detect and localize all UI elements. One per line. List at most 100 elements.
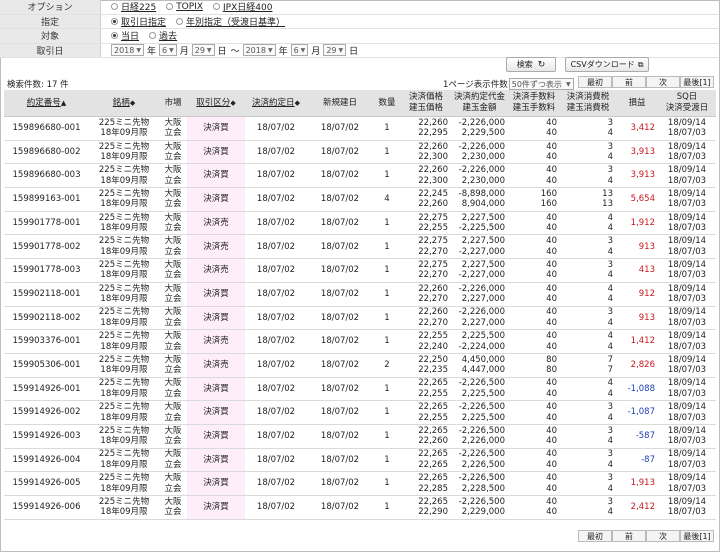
price: 22,275 22,270 [401, 234, 451, 260]
pager-first-bottom[interactable]: 最初 [578, 530, 612, 542]
pager-prev-bottom[interactable]: 前 [612, 530, 646, 542]
pager-next-bottom[interactable]: 次 [646, 530, 680, 542]
search-button[interactable]: 検索 ↻ [506, 57, 556, 72]
table-row[interactable]: 159914926-005 225ミニ先物 18年09月限 大阪 立会 決済買 18… [4, 471, 716, 496]
target-radio-today[interactable] [111, 32, 118, 40]
contract-no: 159914926-001 [4, 377, 89, 402]
quantity: 1 [373, 282, 401, 307]
table-row[interactable]: 159914926-001 225ミニ先物 18年09月限 大阪 立会 決済買 18… [4, 377, 716, 402]
symbol: 225ミニ先物 18年09月限 [89, 306, 159, 331]
quantity: 1 [373, 258, 401, 283]
market: 大阪 立会 [159, 140, 187, 165]
designation-radio-year[interactable] [176, 17, 184, 25]
table-row[interactable]: 159901778-001 225ミニ先物 18年09月限 大阪 立会 決済売 18… [4, 211, 716, 236]
tax: 34 [560, 400, 616, 425]
table-row[interactable]: 159903376-001 225ミニ先物 18年09月限 大阪 立会 決済売 18… [4, 329, 716, 354]
option-topix[interactable]: TOPIX [176, 2, 203, 12]
fee: 40 40 [508, 471, 560, 496]
trade-type: 決済売 [187, 329, 245, 354]
col-new-date: 新規建日 [307, 90, 373, 117]
target-past[interactable]: 過去 [159, 29, 177, 42]
table-row[interactable]: 159899163-001 225ミニ先物 18年09月限 大阪 立会 決済買 18… [4, 187, 716, 212]
from-day-select[interactable]: 29 ▼ [191, 44, 215, 57]
market: 大阪 立会 [159, 495, 187, 520]
quantity: 1 [373, 211, 401, 236]
market: 大阪 立会 [159, 424, 187, 449]
trade-type: 決済売 [187, 234, 245, 260]
settle-date: 18/07/02 [245, 400, 307, 425]
col-symbol[interactable]: 銘柄◆ [89, 90, 159, 117]
trade-type: 決済買 [187, 377, 245, 402]
fee: 40 40 [508, 163, 560, 189]
sq-date: 18/09/14 18/07/03 [658, 116, 716, 141]
new-date: 18/07/02 [307, 282, 373, 307]
table-row[interactable]: 159896680-001 225ミニ先物 18年09月限 大阪 立会 決済買 18… [4, 116, 716, 141]
to-month-select[interactable]: 6 ▼ [290, 44, 309, 57]
profit-loss: -587 [616, 424, 658, 449]
settle-date: 18/07/02 [245, 234, 307, 260]
sq-date: 18/09/14 18/07/03 [658, 234, 716, 260]
profit-loss: 3,412 [616, 116, 658, 141]
table-row[interactable]: 159896680-002 225ミニ先物 18年09月限 大阪 立会 決済買 18… [4, 140, 716, 165]
amount: -2,226,000 2,227,000 [451, 282, 508, 307]
table-row[interactable]: 159902118-001 225ミニ先物 18年09月限 大阪 立会 決済買 18… [4, 282, 716, 307]
table-row[interactable]: 159902118-002 225ミニ先物 18年09月限 大阪 立会 決済買 18… [4, 306, 716, 331]
symbol: 225ミニ先物 18年09月限 [89, 377, 159, 402]
market: 大阪 立会 [159, 163, 187, 189]
designation-tradedate[interactable]: 取引日指定 [121, 15, 166, 28]
to-year-select[interactable]: 2018 ▼ [242, 44, 276, 57]
profit-loss: 2,412 [616, 495, 658, 520]
from-month-select[interactable]: 6 ▼ [159, 44, 177, 57]
pager-first-top[interactable]: 最初 [578, 76, 612, 88]
table-row[interactable]: 159896680-003 225ミニ先物 18年09月限 大阪 立会 決済買 18… [4, 163, 716, 189]
pager-last-top[interactable]: 最後[1] [680, 76, 714, 88]
table-row[interactable]: 159914926-002 225ミニ先物 18年09月限 大阪 立会 決済買 18… [4, 400, 716, 425]
table-row[interactable]: 159914926-006 225ミニ先物 18年09月限 大阪 立会 決済買 18… [4, 495, 716, 520]
col-settle-date[interactable]: 決済約定日◆ [245, 90, 307, 117]
profit-loss: 413 [616, 258, 658, 283]
pager-next-top[interactable]: 次 [646, 76, 680, 88]
table-row[interactable]: 159905306-001 225ミニ先物 18年09月限 大阪 立会 決済売 18… [4, 353, 716, 378]
fee: 40 40 [508, 448, 560, 473]
market: 大阪 立会 [159, 353, 187, 378]
profit-loss: 5,654 [616, 187, 658, 212]
sq-date: 18/09/14 18/07/03 [658, 258, 716, 283]
to-day-select[interactable]: 29 ▼ [323, 44, 347, 57]
price: 22,265 22,255 [401, 400, 451, 425]
market: 大阪 立会 [159, 329, 187, 354]
results-table: 約定番号▲ 銘柄◆ 市場 取引区分◆ 決済約定日◆ 新規建日 数量 決済価格 建玉… [4, 90, 716, 520]
pager-last-bottom[interactable]: 最後[1] [680, 530, 714, 542]
trade-type: 決済買 [187, 163, 245, 189]
sq-date: 18/09/14 18/07/03 [658, 495, 716, 520]
table-row[interactable]: 159914926-004 225ミニ先物 18年09月限 大阪 立会 決済買 18… [4, 448, 716, 473]
designation-year[interactable]: 年別指定（受渡日基準） [186, 15, 285, 28]
pager-prev-top[interactable]: 前 [612, 76, 646, 88]
symbol: 225ミニ先物 18年09月限 [89, 163, 159, 189]
target-radio-past[interactable] [149, 32, 157, 40]
market: 大阪 立会 [159, 400, 187, 425]
designation-radio-tradedate[interactable] [111, 17, 118, 25]
option-radio-jpx400[interactable] [213, 3, 221, 11]
option-nikkei225[interactable]: 日経225 [121, 0, 156, 13]
from-year-select[interactable]: 2018 ▼ [111, 44, 144, 57]
table-row[interactable]: 159901778-003 225ミニ先物 18年09月限 大阪 立会 決済売 18… [4, 258, 716, 283]
col-trade-type[interactable]: 取引区分◆ [187, 90, 245, 117]
table-row[interactable]: 159914926-003 225ミニ先物 18年09月限 大阪 立会 決済買 18… [4, 424, 716, 449]
target-today[interactable]: 当日 [121, 29, 139, 42]
contract-no: 159896680-001 [4, 116, 89, 141]
symbol: 225ミニ先物 18年09月限 [89, 424, 159, 449]
profit-loss: 3,913 [616, 163, 658, 189]
per-page-select[interactable]: 50件ずつ表示 ▼ [508, 78, 574, 90]
amount: 4,450,000 4,447,000 [451, 353, 508, 378]
option-radio-nikkei225[interactable] [111, 3, 118, 11]
csv-download-button[interactable]: CSVダウンロード ⧉ [565, 57, 649, 72]
table-row[interactable]: 159901778-002 225ミニ先物 18年09月限 大阪 立会 決済売 18… [4, 234, 716, 260]
col-contract-no[interactable]: 約定番号▲ [4, 90, 89, 117]
sort-asc-icon: ▲ [60, 98, 67, 107]
option-jpx400[interactable]: JPX日経400 [223, 0, 272, 13]
tradedate-label: 取引日 [0, 43, 101, 57]
amount: -2,226,000 2,230,000 [451, 163, 508, 189]
price: 22,265 22,290 [401, 495, 451, 520]
profit-loss: 1,913 [616, 471, 658, 496]
option-radio-topix[interactable] [166, 3, 174, 11]
